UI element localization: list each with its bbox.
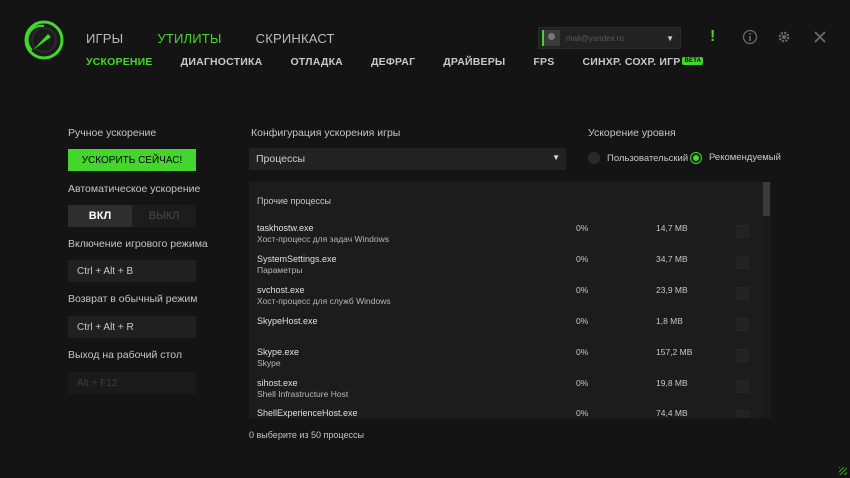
table-row[interactable]: svchost.exe Хост-процесс для служб Windo…: [249, 285, 761, 315]
process-cpu: 0%: [576, 285, 589, 295]
radio-dot: [588, 152, 600, 164]
radio-custom[interactable]: Пользовательский: [588, 152, 688, 164]
desktop-label: Выход на рабочий стол: [68, 349, 182, 361]
table-row[interactable]: sihost.exe Shell Infrastructure Host 0% …: [249, 378, 761, 408]
account-email: mail@yandex.ru: [566, 33, 624, 43]
radio-recommended-label: Рекомендуемый: [709, 152, 781, 163]
subtab-boost[interactable]: УСКОРЕНИЕ: [86, 56, 153, 68]
process-group-header: Прочие процессы: [257, 196, 331, 206]
boost-now-button[interactable]: УСКОРИТЬ СЕЙЧАС!: [68, 149, 196, 171]
process-cpu: 0%: [576, 378, 589, 388]
level-title: Ускорение уровня: [588, 127, 676, 139]
process-checkbox[interactable]: [736, 349, 749, 362]
radio-recommended[interactable]: Рекомендуемый: [690, 152, 781, 163]
process-mem: 157,2 MB: [656, 347, 693, 357]
process-desc: Skype: [257, 358, 281, 368]
subtab-game-save-sync[interactable]: СИНХР. СОХР. ИГР BETA: [582, 56, 704, 68]
subtab-game-save-sync-label: СИНХР. СОХР. ИГР: [582, 56, 681, 68]
table-row[interactable]: ShellExperienceHost.exe 0% 74,4 MB: [249, 408, 761, 418]
process-config-dropdown[interactable]: Процессы ▼: [249, 148, 566, 170]
auto-boost-toggle: ВКЛ ВЫКЛ: [68, 205, 196, 227]
table-row[interactable]: SystemSettings.exe Параметры 0% 34,7 MB: [249, 254, 761, 284]
toggle-on[interactable]: ВКЛ: [68, 205, 132, 227]
process-cpu: 0%: [576, 316, 589, 326]
dropdown-value: Процессы: [256, 153, 306, 165]
process-table: Прочие процессы taskhostw.exe Хост-проце…: [249, 182, 771, 418]
toggle-off[interactable]: ВЫКЛ: [132, 205, 196, 227]
process-name: SkypeHost.exe: [257, 316, 318, 326]
process-desc: Shell Infrastructure Host: [257, 389, 349, 399]
manual-boost-label: Ручное ускорение: [68, 127, 157, 139]
gear-icon[interactable]: [776, 29, 792, 45]
auto-boost-label: Автоматическое ускорение: [68, 183, 201, 195]
process-name: Skype.exe: [257, 347, 300, 357]
radio-dot-checked: [691, 152, 701, 163]
chevron-down-icon: ▼: [552, 153, 560, 162]
process-checkbox[interactable]: [736, 225, 749, 238]
process-desc: Хост-процесс для служб Windows: [257, 296, 391, 306]
process-mem: 14,7 MB: [656, 223, 688, 233]
process-checkbox[interactable]: [736, 256, 749, 269]
subtab-diagnostics[interactable]: ДИАГНОСТИКА: [181, 56, 263, 68]
process-desc: Параметры: [257, 265, 303, 275]
tab-screencast[interactable]: СКРИНКАСТ: [256, 31, 335, 46]
process-mem: 34,7 MB: [656, 254, 688, 264]
process-desc: Хост-процесс для задач Windows: [257, 234, 389, 244]
process-cpu: 0%: [576, 254, 589, 264]
selection-count: 0 выберите из 50 процессы: [249, 430, 364, 440]
process-cpu: 0%: [576, 223, 589, 233]
resize-grip-icon[interactable]: [839, 467, 847, 475]
subtab-debug[interactable]: ОТЛАДКА: [290, 56, 343, 68]
table-row[interactable]: SkypeHost.exe 0% 1,8 MB: [249, 316, 761, 346]
radio-custom-label: Пользовательский: [607, 152, 689, 164]
config-title: Конфигурация ускорения игры: [251, 127, 401, 139]
avatar: [542, 30, 560, 46]
process-name: taskhostw.exe: [257, 223, 314, 233]
process-mem: 1,8 MB: [656, 316, 683, 326]
process-name: SystemSettings.exe: [257, 254, 337, 264]
alert-icon[interactable]: !: [710, 27, 715, 47]
tab-utilities[interactable]: УТИЛИТЫ: [157, 31, 221, 46]
normal-mode-label: Возврат в обычный режим: [68, 293, 198, 305]
account-dropdown[interactable]: mail@yandex.ru ▼: [538, 27, 681, 49]
scrollbar-thumb[interactable]: [763, 182, 770, 216]
game-mode-label: Включение игрового режима: [68, 238, 208, 250]
process-checkbox[interactable]: [736, 380, 749, 393]
normal-mode-hotkey-field[interactable]: Ctrl + Alt + R: [68, 316, 196, 338]
process-cpu: 0%: [576, 408, 589, 418]
close-icon[interactable]: [813, 30, 827, 44]
desktop-hotkey-field[interactable]: Alt + F12: [68, 372, 196, 394]
sub-nav: УСКОРЕНИЕ ДИАГНОСТИКА ОТЛАДКА ДЕФРАГ ДРА…: [86, 56, 731, 68]
tab-games[interactable]: ИГРЫ: [86, 31, 123, 46]
process-name: ShellExperienceHost.exe: [257, 408, 358, 418]
process-name: sihost.exe: [257, 378, 298, 388]
chevron-down-icon: ▼: [666, 33, 674, 43]
table-row[interactable]: Skype.exe Skype 0% 157,2 MB: [249, 347, 761, 377]
subtab-defrag[interactable]: ДЕФРАГ: [371, 56, 415, 68]
subtab-fps[interactable]: FPS: [533, 56, 554, 68]
process-mem: 23,9 MB: [656, 285, 688, 295]
process-checkbox[interactable]: [736, 410, 749, 418]
process-cpu: 0%: [576, 347, 589, 357]
game-mode-hotkey-field[interactable]: Ctrl + Alt + B: [68, 260, 196, 282]
process-name: svchost.exe: [257, 285, 305, 295]
process-mem: 74,4 MB: [656, 408, 688, 418]
razer-cortex-logo-icon: [24, 20, 64, 60]
process-checkbox[interactable]: [736, 287, 749, 300]
table-scrollbar[interactable]: [763, 182, 770, 418]
top-nav: ИГРЫ УТИЛИТЫ СКРИНКАСТ: [86, 31, 369, 46]
process-mem: 19,8 MB: [656, 378, 688, 388]
info-icon[interactable]: [742, 29, 758, 45]
process-checkbox[interactable]: [736, 318, 749, 331]
table-row[interactable]: taskhostw.exe Хост-процесс для задач Win…: [249, 223, 761, 253]
subtab-drivers[interactable]: ДРАЙВЕРЫ: [443, 56, 505, 68]
beta-badge: BETA: [682, 57, 704, 65]
